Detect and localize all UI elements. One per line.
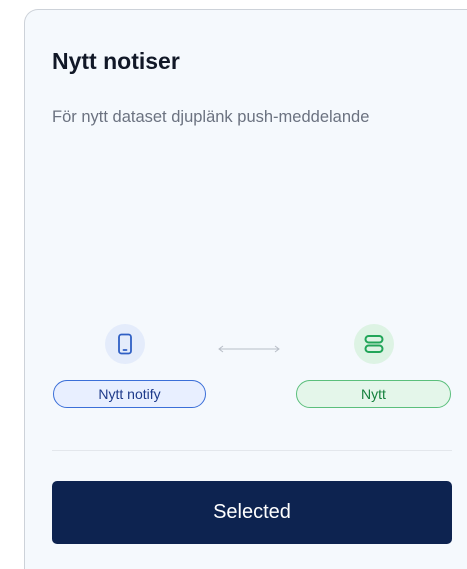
integration-card[interactable]: Nytt notiser För nytt dataset djuplänk p… bbox=[24, 9, 467, 569]
double-arrow-icon bbox=[218, 345, 280, 353]
selected-button[interactable]: Selected bbox=[52, 481, 452, 544]
server-icon bbox=[364, 335, 384, 353]
card-description: För nytt dataset djuplänk push-meddeland… bbox=[52, 108, 370, 126]
target-label-pill: Nytt bbox=[296, 380, 451, 408]
card-divider bbox=[52, 450, 452, 451]
source-icon-badge bbox=[105, 324, 145, 364]
source-label-pill: Nytt notify bbox=[53, 380, 206, 408]
target-icon-badge bbox=[354, 324, 394, 364]
card-title: Nytt notiser bbox=[52, 48, 180, 74]
smartphone-icon bbox=[118, 333, 132, 355]
